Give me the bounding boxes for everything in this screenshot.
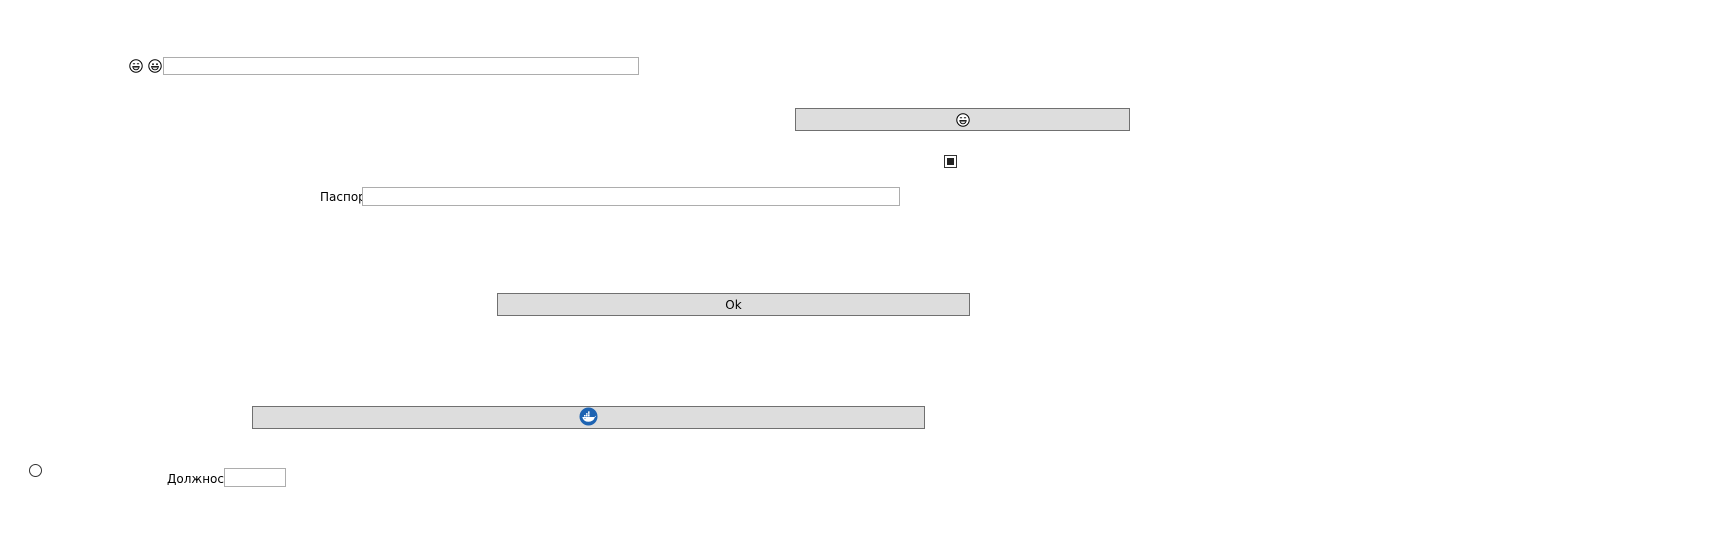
passport-input[interactable] <box>362 187 900 206</box>
checkbox[interactable] <box>944 155 957 168</box>
radio-button[interactable] <box>29 464 42 477</box>
grinning-face-sweat-icon <box>129 59 143 73</box>
checkbox-check-mark <box>947 158 954 165</box>
grinning-face-icon <box>148 59 162 73</box>
top-text-input[interactable] <box>163 57 639 75</box>
docker-whale-icon <box>579 407 598 429</box>
docker-button[interactable] <box>252 406 925 429</box>
ok-button[interactable]: Ok <box>497 293 970 316</box>
ok-button-label: Ok <box>725 297 742 312</box>
position-input[interactable] <box>224 468 286 487</box>
grinning-face-sweat-icon <box>955 112 970 127</box>
emoji-button[interactable] <box>795 108 1130 131</box>
